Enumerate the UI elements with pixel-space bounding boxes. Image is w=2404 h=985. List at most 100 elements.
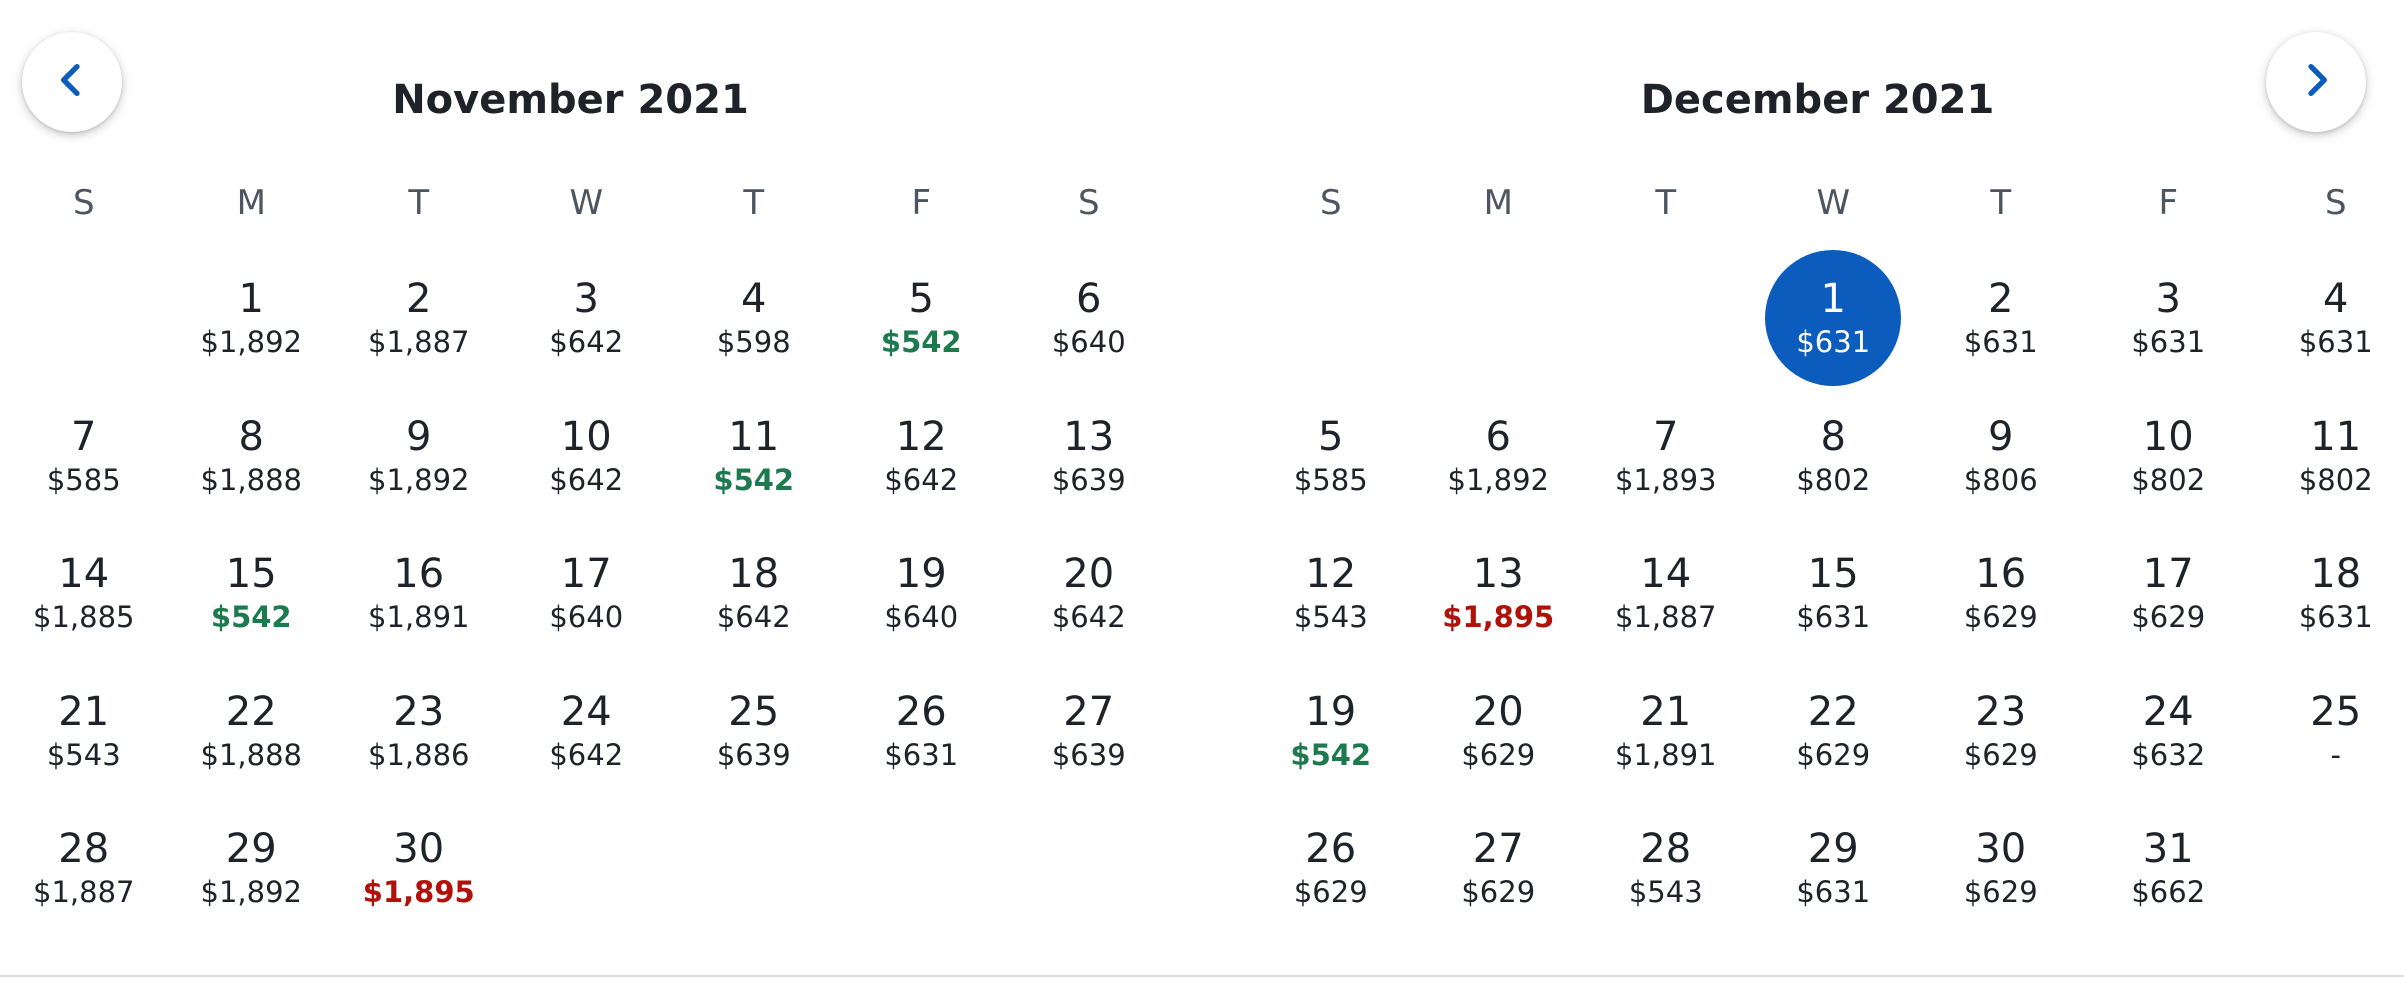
day-price: $1,893 — [1615, 462, 1717, 497]
day-cell[interactable]: 19 $640 — [838, 525, 1006, 663]
day-number: 25 — [728, 688, 780, 735]
day-price: $585 — [46, 462, 121, 497]
day-cell[interactable]: 13 $639 — [1005, 388, 1173, 526]
day-cell[interactable]: 28 $543 — [1582, 800, 1750, 938]
day-cell[interactable]: 8 $1,888 — [168, 388, 336, 526]
weekday-header-row: S M T W T F S — [1247, 178, 2404, 228]
day-number: 5 — [1318, 413, 1344, 460]
day-cell[interactable]: 12 $543 — [1247, 525, 1415, 663]
day-cell[interactable]: 24 $642 — [503, 663, 671, 801]
day-cell-inner: 19 $640 — [853, 525, 989, 661]
day-cell[interactable]: 6 $640 — [1005, 250, 1173, 388]
day-cell[interactable]: 22 $1,888 — [168, 663, 336, 801]
day-price: $629 — [1796, 737, 1871, 772]
day-cell[interactable]: 19 $542 — [1247, 663, 1415, 801]
day-cell[interactable]: 18 $642 — [670, 525, 838, 663]
day-cell[interactable]: 14 $1,887 — [1582, 525, 1750, 663]
day-cell-inner: 13 $639 — [1021, 388, 1157, 524]
day-cell[interactable]: 1 $1,892 — [168, 250, 336, 388]
day-price: $639 — [1051, 462, 1126, 497]
day-cell[interactable]: 24 $632 — [2085, 663, 2253, 801]
day-cell[interactable]: 27 $629 — [1415, 800, 1583, 938]
day-cell[interactable]: 11 $542 — [670, 388, 838, 526]
day-cell[interactable]: 23 $629 — [1917, 663, 2085, 801]
day-cell[interactable]: 21 $1,891 — [1582, 663, 1750, 801]
day-cell[interactable]: 10 $802 — [2085, 388, 2253, 526]
day-number: 18 — [2310, 551, 2362, 597]
day-cell-inner: 27 $639 — [1021, 663, 1157, 799]
day-cell[interactable]: 13 $1,895 — [1415, 525, 1583, 663]
day-cell[interactable]: 22 $629 — [1750, 663, 1918, 801]
day-cell[interactable]: 17 $640 — [503, 525, 671, 663]
day-cell[interactable]: 2 $1,887 — [335, 250, 503, 388]
day-number: 9 — [1988, 413, 2014, 460]
day-price: $640 — [1051, 325, 1126, 359]
day-cell[interactable]: 29 $631 — [1750, 800, 1918, 938]
day-cell[interactable]: 16 $1,891 — [335, 525, 503, 663]
day-price: $642 — [549, 462, 624, 497]
day-cell[interactable]: 30 $629 — [1917, 800, 2085, 938]
day-cell[interactable]: 30 $1,895 — [335, 800, 503, 938]
day-number: 7 — [71, 413, 97, 460]
day-cell[interactable]: 4 $631 — [2252, 250, 2404, 388]
selected-day-cell[interactable]: 1 $631 — [1750, 250, 1918, 388]
day-cell[interactable]: 23 $1,886 — [335, 663, 503, 801]
empty-day-cell — [1247, 250, 1415, 388]
day-cell[interactable]: 10 $642 — [503, 388, 671, 526]
day-number: 13 — [1063, 413, 1115, 460]
day-price: $1,891 — [368, 600, 470, 634]
day-cell[interactable]: 7 $1,893 — [1582, 388, 1750, 526]
day-cell[interactable]: 7 $585 — [0, 388, 168, 526]
day-cell-inner: 28 $543 — [1598, 800, 1734, 936]
day-cell[interactable]: 17 $629 — [2085, 525, 2253, 663]
day-price: $543 — [1628, 875, 1703, 909]
day-grid: 1 $631 2 $631 3 $631 4 $631 5 $585 6 $1,892 7 $1,893 8… — [1247, 250, 2404, 938]
highest-fare-price: $1,895 — [362, 875, 475, 909]
day-cell[interactable]: 31 $662 — [2085, 800, 2253, 938]
day-cell[interactable]: 20 $642 — [1005, 525, 1173, 663]
day-cell[interactable]: 4 $598 — [670, 250, 838, 388]
day-cell[interactable]: 20 $629 — [1415, 663, 1583, 801]
day-cell[interactable]: 5 $542 — [838, 250, 1006, 388]
day-number: 28 — [58, 826, 110, 872]
day-cell-inner: 16 $1,891 — [351, 525, 487, 661]
day-cell[interactable]: 6 $1,892 — [1415, 388, 1583, 526]
day-cell-inner: 9 $1,892 — [351, 388, 487, 524]
lowest-fare-price: $542 — [210, 600, 292, 634]
day-cell[interactable]: 21 $543 — [0, 663, 168, 801]
day-cell[interactable]: 2 $631 — [1917, 250, 2085, 388]
day-cell[interactable]: 15 $631 — [1750, 525, 1918, 663]
day-cell[interactable]: 29 $1,892 — [168, 800, 336, 938]
day-number: 24 — [2142, 688, 2194, 735]
day-cell[interactable]: 3 $642 — [503, 250, 671, 388]
empty-day-cell — [1582, 250, 1750, 388]
day-cell[interactable]: 9 $806 — [1917, 388, 2085, 526]
day-cell[interactable]: 8 $802 — [1750, 388, 1918, 526]
day-cell[interactable]: 12 $642 — [838, 388, 1006, 526]
day-number: 22 — [1807, 688, 1859, 735]
day-cell[interactable]: 26 $631 — [838, 663, 1006, 801]
day-number: 8 — [1820, 413, 1846, 460]
day-cell-inner: 25 $639 — [686, 663, 822, 799]
day-price: $1,892 — [200, 875, 302, 909]
day-cell[interactable]: 14 $1,885 — [0, 525, 168, 663]
day-cell[interactable]: 27 $639 — [1005, 663, 1173, 801]
day-cell[interactable]: 25- — [2252, 663, 2404, 801]
day-cell[interactable]: 26 $629 — [1247, 800, 1415, 938]
day-number: 14 — [1640, 551, 1692, 597]
day-cell[interactable]: 16 $629 — [1917, 525, 2085, 663]
day-cell[interactable]: 18 $631 — [2252, 525, 2404, 663]
day-cell[interactable]: 9 $1,892 — [335, 388, 503, 526]
day-number: 17 — [560, 551, 612, 597]
day-cell-inner: 14 $1,885 — [16, 525, 152, 661]
day-cell-inner: 8 $802 — [1765, 388, 1901, 524]
day-cell[interactable]: 11 $802 — [2252, 388, 2404, 526]
day-cell[interactable]: 25 $639 — [670, 663, 838, 801]
day-cell[interactable]: 15 $542 — [168, 525, 336, 663]
day-cell[interactable]: 28 $1,887 — [0, 800, 168, 938]
day-price: $631 — [2131, 325, 2206, 359]
day-cell[interactable]: 5 $585 — [1247, 388, 1415, 526]
day-cell-inner: 17 $640 — [518, 525, 654, 661]
day-number: 6 — [1485, 413, 1511, 460]
day-cell[interactable]: 3 $631 — [2085, 250, 2253, 388]
